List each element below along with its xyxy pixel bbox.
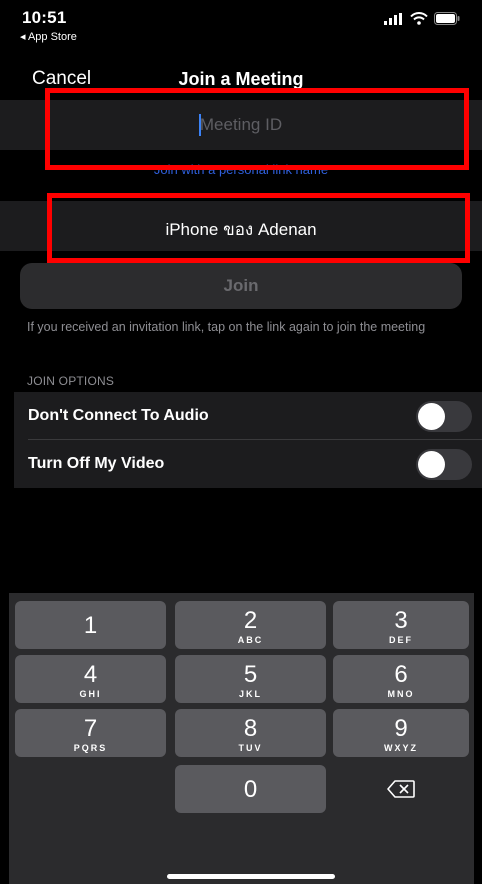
key-number: 3 (394, 607, 408, 634)
key-number: 1 (83, 612, 98, 639)
key-number: 5 (243, 661, 258, 688)
option-label-audio: Don't Connect To Audio (28, 407, 209, 424)
highlight-box-display-name (47, 193, 470, 263)
battery-icon (434, 12, 460, 25)
key-6[interactable]: 6 MNO (333, 655, 469, 703)
key-4[interactable]: 4 GHI (15, 655, 166, 703)
video-toggle[interactable] (416, 449, 472, 480)
key-letters: JKL (238, 689, 262, 699)
key-letters: DEF (389, 635, 413, 645)
toggle-knob (418, 403, 445, 430)
key-number: 2 (243, 607, 258, 634)
join-button[interactable]: Join (20, 263, 462, 309)
key-letters: ABC (237, 635, 264, 645)
key-number: 4 (83, 661, 98, 688)
key-number: 8 (243, 715, 258, 742)
page-title: Join a Meeting (178, 69, 304, 89)
key-letters: TUV (238, 743, 263, 753)
key-9[interactable]: 9 WXYZ (333, 709, 469, 757)
key-number: 7 (83, 715, 98, 742)
option-row-audio: Don't Connect To Audio (14, 392, 482, 440)
key-5[interactable]: 5 JKL (175, 655, 326, 703)
screen: 10:51 ◂ App Store Cancel Join a Meeting … (0, 0, 482, 884)
key-1[interactable]: 1 (15, 601, 166, 649)
audio-toggle[interactable] (416, 401, 472, 432)
key-letters: PQRS (73, 743, 108, 753)
key-0[interactable]: 0 (175, 765, 326, 813)
signal-icon (384, 12, 402, 25)
wifi-icon (410, 12, 428, 25)
key-letters: WXYZ (384, 743, 418, 753)
status-time: 10:51 (22, 8, 67, 27)
key-7[interactable]: 7 PQRS (15, 709, 166, 757)
back-to-app-store-link[interactable]: ◂ App Store (20, 30, 77, 43)
key-number: 6 (394, 661, 408, 688)
backspace-icon (387, 780, 415, 798)
key-number: 9 (394, 715, 408, 742)
highlight-box-meeting-id (45, 88, 469, 170)
join-options-header: JOIN OPTIONS (27, 374, 115, 388)
numeric-keypad: 1 2 ABC 3 DEF 4 GHI 5 JKL 6 MNO 7 PQRS 8… (9, 593, 474, 884)
home-indicator[interactable] (167, 874, 335, 879)
key-8[interactable]: 8 TUV (175, 709, 326, 757)
invitation-hint-text: If you received an invitation link, tap … (27, 320, 426, 334)
key-letters: MNO (387, 689, 415, 699)
key-2[interactable]: 2 ABC (175, 601, 326, 649)
key-letters: GHI (79, 689, 102, 699)
key-3[interactable]: 3 DEF (333, 601, 469, 649)
option-row-video: Turn Off My Video (14, 440, 482, 488)
option-label-video: Turn Off My Video (28, 455, 165, 472)
toggle-knob (418, 451, 445, 478)
key-number: 0 (243, 776, 258, 803)
delete-key[interactable] (333, 765, 469, 813)
status-bar: 10:51 ◂ App Store (0, 0, 482, 50)
status-icons (384, 12, 460, 25)
